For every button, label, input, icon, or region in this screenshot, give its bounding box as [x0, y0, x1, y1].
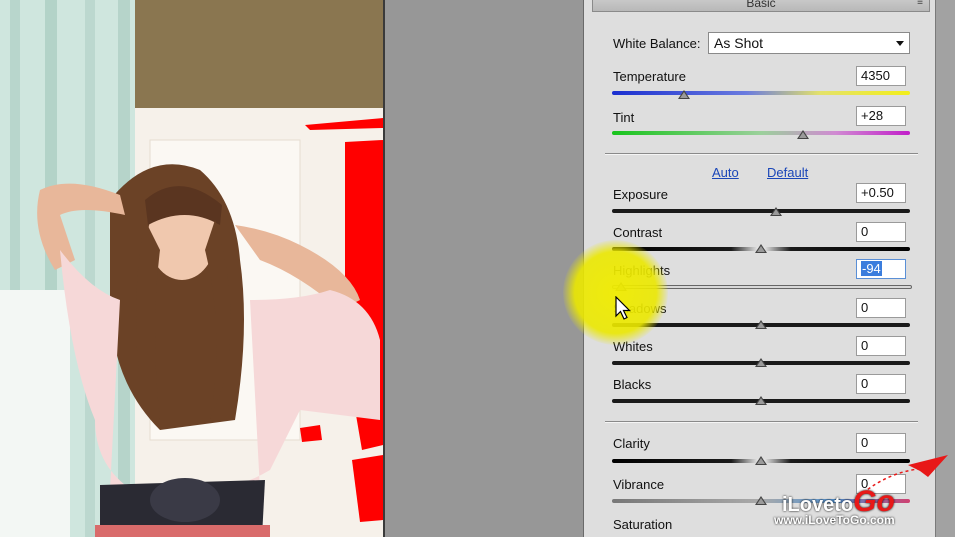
panel-menu-icon[interactable]: ≡: [917, 0, 923, 11]
tint-slider-track[interactable]: [612, 131, 910, 135]
clarity-field[interactable]: 0: [856, 433, 906, 453]
highlights-slider-track[interactable]: [612, 285, 912, 289]
white-balance-value: As Shot: [714, 35, 764, 51]
exposure-field[interactable]: +0.50: [856, 183, 906, 203]
watermark-url: www.iLoveToGo.com: [774, 513, 895, 527]
contrast-slider-thumb[interactable]: [755, 244, 767, 253]
auto-button[interactable]: Auto: [712, 165, 739, 180]
saturation-label: Saturation: [613, 517, 673, 532]
blacks-field[interactable]: 0: [856, 374, 906, 394]
tint-field[interactable]: +28: [856, 106, 906, 126]
panel-title: Basic: [746, 0, 776, 10]
highlights-slider-thumb[interactable]: [614, 282, 627, 291]
highlights-label: Highlights: [613, 263, 671, 278]
canvas-background: [385, 0, 583, 537]
photo-preview: [0, 0, 383, 537]
vibrance-slider-thumb[interactable]: [755, 496, 767, 505]
tint-label: Tint: [613, 110, 635, 125]
white-balance-select[interactable]: As Shot: [708, 32, 910, 54]
temperature-slider-track[interactable]: [612, 91, 910, 95]
photo-image: [0, 0, 383, 537]
blacks-label: Blacks: [613, 377, 652, 392]
white-balance-label: White Balance:: [613, 36, 701, 51]
blacks-slider-thumb[interactable]: [755, 396, 767, 405]
vibrance-label: Vibrance: [613, 477, 665, 492]
chevron-down-icon: [896, 41, 904, 46]
shadows-field[interactable]: 0: [856, 298, 906, 318]
watermark-logo: iLovetoGo www.iLoveToGo.com: [768, 455, 953, 537]
section-divider: [605, 153, 918, 155]
temperature-label: Temperature: [613, 69, 686, 84]
clarity-label: Clarity: [613, 436, 650, 451]
exposure-label: Exposure: [613, 187, 668, 202]
temperature-slider-thumb[interactable]: [677, 90, 690, 99]
contrast-label: Contrast: [613, 225, 663, 240]
temperature-field[interactable]: 4350: [856, 66, 906, 86]
mouse-cursor-icon: [615, 296, 631, 320]
default-button[interactable]: Default: [767, 165, 808, 180]
tint-slider-thumb[interactable]: [796, 130, 809, 139]
clarity-slider-thumb[interactable]: [755, 456, 767, 465]
whites-field[interactable]: 0: [856, 336, 906, 356]
panel-header: Basic ≡: [592, 0, 930, 12]
whites-label: Whites: [613, 339, 653, 354]
whites-slider-thumb[interactable]: [755, 358, 767, 367]
exposure-slider-track[interactable]: [612, 209, 910, 213]
shadows-slider-thumb[interactable]: [755, 320, 767, 329]
contrast-field[interactable]: 0: [856, 222, 906, 242]
highlights-field[interactable]: -94: [856, 259, 906, 279]
exposure-slider-thumb[interactable]: [769, 207, 782, 216]
section-divider: [605, 421, 918, 423]
